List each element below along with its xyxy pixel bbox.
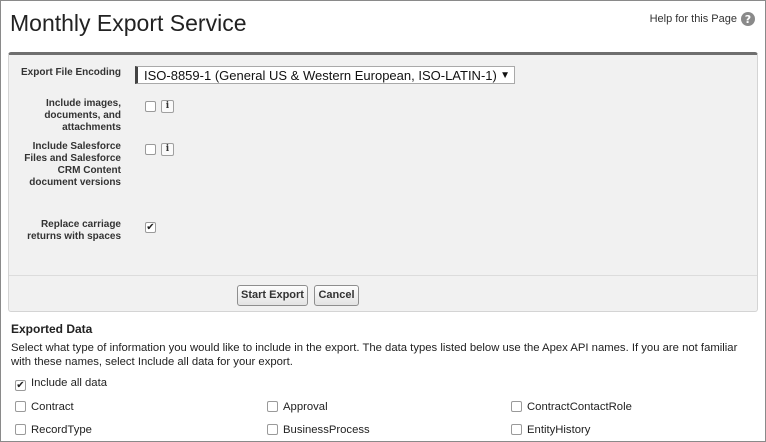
export-settings-panel: Export File Encoding ISO-8859-1 (General… [8,52,758,312]
encoding-label: Export File Encoding [21,67,122,78]
help-label[interactable]: Help for this Page [650,13,737,25]
object-option[interactable]: EntityHistory [511,424,590,437]
cancel-button[interactable]: Cancel [314,285,359,306]
help-link[interactable]: Help for this Page ? [650,12,755,26]
page-title: Monthly Export Service [10,10,247,36]
dropdown-arrow-icon: ▼ [500,70,510,81]
encoding-select[interactable]: ISO-8859-1 (General US & Western Europea… [135,66,515,84]
object-option[interactable]: BusinessProcess [267,424,370,437]
include-files-label: Include Salesforce Files and Salesforce … [24,141,121,188]
encoding-value: ISO-8859-1 (General US & Western Europea… [144,68,497,83]
object-label: BusinessProcess [283,424,370,436]
object-label: RecordType [31,424,92,436]
info-icon[interactable]: i [161,100,174,113]
object-option[interactable]: ContractContactRole [511,401,632,414]
include-images-label: Include images, documents, and attachmen… [44,98,121,133]
object-checkbox[interactable] [267,424,278,435]
object-checkbox[interactable] [267,401,278,412]
include-all-label: Include all data [31,377,107,389]
include-all-checkbox[interactable]: ✔ [15,380,26,391]
object-label: EntityHistory [527,424,591,436]
info-icon[interactable]: i [161,143,174,156]
page-frame: Monthly Export Service Help for this Pag… [0,0,766,442]
object-checkbox[interactable] [511,424,522,435]
object-checkbox[interactable] [511,401,522,412]
replace-cr-checkbox[interactable]: ✔ [145,222,156,233]
object-option[interactable]: Contract [15,401,74,414]
object-label: ContractContactRole [527,401,632,413]
exported-data-title: Exported Data [11,322,93,336]
start-export-button[interactable]: Start Export [237,285,308,306]
replace-cr-label: Replace carriage returns with spaces [27,219,121,242]
exported-data-description: Select what type of information you woul… [11,342,738,368]
object-option[interactable]: RecordType [15,424,92,437]
object-checkbox[interactable] [15,401,26,412]
help-icon[interactable]: ? [741,12,755,26]
include-all-option[interactable]: ✔ Include all data [15,377,107,391]
panel-divider [9,275,757,276]
object-label: Contract [31,401,74,413]
include-images-checkbox[interactable] [145,101,156,112]
object-checkbox[interactable] [15,424,26,435]
include-files-checkbox[interactable] [145,144,156,155]
object-label: Approval [283,401,328,413]
object-option[interactable]: Approval [267,401,328,414]
